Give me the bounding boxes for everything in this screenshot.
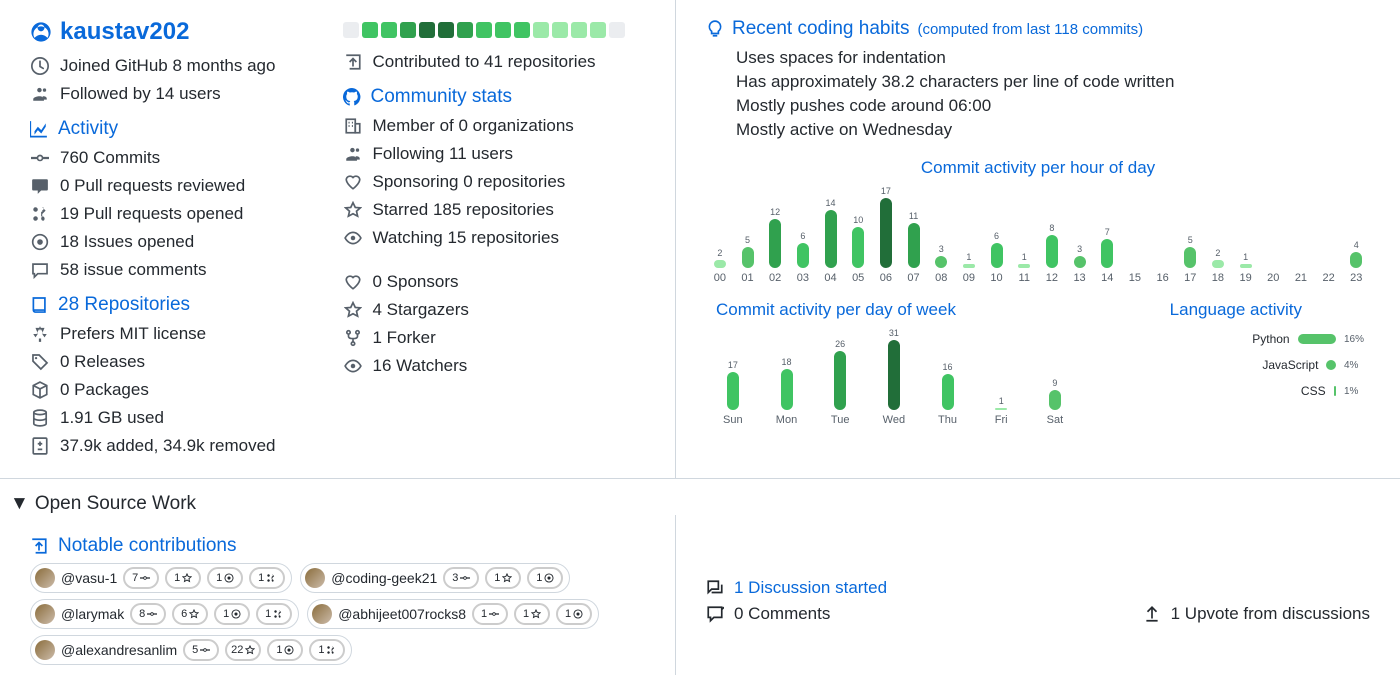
stargazers-row: 4 Stargazers bbox=[343, 296, 646, 324]
diff-icon bbox=[30, 436, 50, 456]
triangle-down-icon: ▼ bbox=[10, 493, 29, 515]
bulb-icon bbox=[706, 20, 724, 38]
contrib-heading[interactable]: Notable contributions bbox=[30, 535, 645, 557]
commits-row: 760 Commits bbox=[30, 144, 333, 172]
graph-icon bbox=[30, 120, 48, 138]
community-heading[interactable]: Community stats bbox=[343, 86, 646, 108]
star-icon bbox=[343, 300, 363, 320]
diff-row: 37.9k added, 34.9k removed bbox=[30, 432, 333, 460]
discussion-upvotes: 1 Upvote from discussions bbox=[1143, 601, 1370, 627]
contrib-container: @vasu-17 1 1 1 @coding-geek213 1 1 @lary… bbox=[30, 563, 645, 665]
commit-icon bbox=[30, 148, 50, 168]
starred-row: Starred 185 repositories bbox=[343, 196, 646, 224]
habits-subtitle: (computed from last 118 commits) bbox=[917, 21, 1143, 38]
discussion-started[interactable]: 1 Discussion started bbox=[706, 575, 1370, 601]
username-text: kaustav202 bbox=[60, 18, 189, 46]
contrib-pill[interactable]: @alexandresanlim5 22 1 1 bbox=[30, 635, 352, 665]
username-heading: kaustav202 bbox=[30, 18, 333, 46]
clock-icon bbox=[30, 56, 50, 76]
activity-heading[interactable]: Activity bbox=[30, 118, 333, 140]
comment-icon bbox=[30, 260, 50, 280]
habits-heading: Recent coding habits (computed from last… bbox=[706, 18, 1370, 40]
watching-row: Watching 15 repositories bbox=[343, 224, 646, 252]
octo-icon bbox=[343, 88, 361, 106]
contributed-row: Contributed to 41 repositories bbox=[343, 48, 646, 76]
database-icon bbox=[30, 408, 50, 428]
heart-icon bbox=[343, 172, 363, 192]
avatar-icon bbox=[35, 604, 55, 624]
push-icon bbox=[343, 52, 363, 72]
contrib-pill[interactable]: @abhijeet007rocks81 1 1 bbox=[307, 599, 599, 629]
review-icon bbox=[30, 176, 50, 196]
comment-out-icon bbox=[706, 605, 724, 623]
sponsoring-row: Sponsoring 0 repositories bbox=[343, 168, 646, 196]
fork-icon bbox=[343, 328, 363, 348]
star-icon bbox=[343, 200, 363, 220]
packages-row: 0 Packages bbox=[30, 376, 333, 404]
hour-chart: 2005011202603140410051706110730810961011… bbox=[706, 184, 1370, 284]
people-icon bbox=[30, 84, 50, 104]
dow-chart: 17Sun18Mon26Tue31Wed16Thu1Fri9Sat bbox=[706, 326, 1082, 426]
habits-list: Uses spaces for indentationHas approxima… bbox=[736, 46, 1370, 142]
push-icon bbox=[30, 537, 48, 555]
releases-row: 0 Releases bbox=[30, 348, 333, 376]
issue-icon bbox=[30, 232, 50, 252]
pr-opened-row: 19 Pull requests opened bbox=[30, 200, 333, 228]
license-row: Prefers MIT license bbox=[30, 320, 333, 348]
watchers-row: 16 Watchers bbox=[343, 352, 646, 380]
eye-icon bbox=[343, 356, 363, 376]
contrib-pill[interactable]: @larymak8 6 1 1 bbox=[30, 599, 299, 629]
comments-row: 58 issue comments bbox=[30, 256, 333, 284]
orgs-row: Member of 0 organizations bbox=[343, 112, 646, 140]
pr-reviewed-row: 0 Pull requests reviewed bbox=[30, 172, 333, 200]
avatar-icon bbox=[35, 640, 55, 660]
followed-row: Followed by 14 users bbox=[30, 80, 333, 108]
contrib-pill[interactable]: @vasu-17 1 1 1 bbox=[30, 563, 292, 593]
lang-chart-title: Language activity bbox=[1102, 300, 1370, 320]
following-row: Following 11 users bbox=[343, 140, 646, 168]
discussion-comments: 0 Comments bbox=[706, 601, 830, 627]
lang-chart: Python16%JavaScript4%CSS1% bbox=[1102, 326, 1370, 404]
pr-icon bbox=[30, 204, 50, 224]
heart-icon bbox=[343, 272, 363, 292]
avatar-icon bbox=[35, 568, 55, 588]
contrib-pill[interactable]: @coding-geek213 1 1 bbox=[300, 563, 570, 593]
avatar-icon bbox=[312, 604, 332, 624]
tag-icon bbox=[30, 352, 50, 372]
issues-row: 18 Issues opened bbox=[30, 228, 333, 256]
discussion-icon bbox=[706, 579, 724, 597]
arrow-up-icon bbox=[1143, 605, 1161, 623]
people-icon bbox=[343, 144, 363, 164]
hour-chart-title: Commit activity per hour of day bbox=[706, 158, 1370, 178]
dow-chart-title: Commit activity per day of week bbox=[716, 300, 1082, 320]
avatar-icon bbox=[305, 568, 325, 588]
repo-icon bbox=[30, 296, 48, 314]
law-icon bbox=[30, 324, 50, 344]
person-icon bbox=[30, 21, 52, 43]
joined-row: Joined GitHub 8 months ago bbox=[30, 52, 333, 80]
org-icon bbox=[343, 116, 363, 136]
contribution-squares bbox=[343, 22, 646, 38]
repos-heading[interactable]: 28 Repositories bbox=[30, 294, 333, 316]
package-icon bbox=[30, 380, 50, 400]
sponsors-row: 0 Sponsors bbox=[343, 268, 646, 296]
eye-icon bbox=[343, 228, 363, 248]
disk-row: 1.91 GB used bbox=[30, 404, 333, 432]
forker-row: 1 Forker bbox=[343, 324, 646, 352]
osw-heading[interactable]: ▼Open Source Work bbox=[0, 479, 1400, 515]
